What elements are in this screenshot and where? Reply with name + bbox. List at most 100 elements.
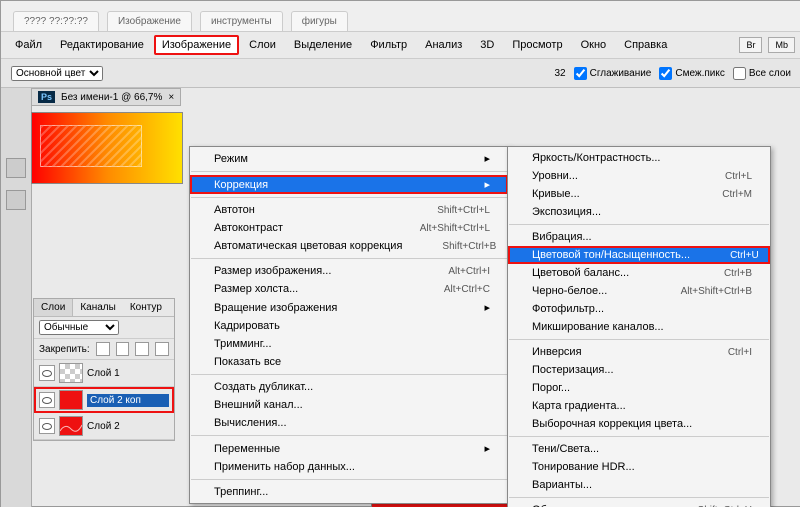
menu-item-calculations[interactable]: Вычисления... [190, 414, 508, 432]
layer-row[interactable]: Слой 2 [34, 413, 174, 440]
document-tab[interactable]: Ps Без имени-1 @ 66,7% × [31, 88, 181, 106]
window-tab[interactable]: ???? ??:??:?? [13, 11, 99, 31]
layer-name: Слой 2 [87, 421, 169, 432]
menu-view[interactable]: Просмотр [504, 35, 570, 55]
menu-item-threshold[interactable]: Порог... [508, 379, 770, 397]
layer-name: Слой 1 [87, 368, 169, 379]
menu-item-reveal-all[interactable]: Показать все [190, 353, 508, 371]
lock-row: Закрепить: [34, 339, 174, 360]
menu-item-photo-filter[interactable]: Фотофильтр... [508, 300, 770, 318]
visibility-icon[interactable] [39, 392, 55, 408]
layer-thumbnail [59, 416, 83, 436]
contiguous-checkbox[interactable]: Смеж.пикс [659, 67, 725, 80]
menu-item-brightness[interactable]: Яркость/Контрастность... [508, 149, 770, 167]
layer-row-selected[interactable]: Слой 2 коп [34, 387, 174, 413]
menu-item-color-balance[interactable]: Цветовой баланс...Ctrl+B [508, 264, 770, 282]
document-canvas[interactable] [31, 112, 183, 184]
menu-item-autocolor[interactable]: Автоматическая цветовая коррекцияShift+C… [190, 237, 508, 255]
panel-tab-channels[interactable]: Каналы [73, 299, 123, 316]
menu-item-gradient-map[interactable]: Карта градиента... [508, 397, 770, 415]
menu-analysis[interactable]: Анализ [417, 35, 470, 55]
menubar: Файл Редактирование Изображение Слои Выд… [1, 32, 800, 59]
tolerance-value: 32 [554, 68, 565, 79]
menu-item-vibrance[interactable]: Вибрация... [508, 228, 770, 246]
menu-item-apply-dataset[interactable]: Применить набор данных... [190, 458, 508, 476]
menu-item-trap[interactable]: Треппинг... [190, 483, 508, 501]
menu-item-shadows-highlights[interactable]: Тени/Света... [508, 440, 770, 458]
menu-3d[interactable]: 3D [472, 35, 502, 55]
chevron-right-icon: ▸ [484, 152, 490, 165]
menu-item-black-white[interactable]: Черно-белое...Alt+Shift+Ctrl+B [508, 282, 770, 300]
menu-item-autotone[interactable]: АвтотонShift+Ctrl+L [190, 201, 508, 219]
minibridge-button[interactable]: Mb [768, 37, 795, 53]
menu-item-curves[interactable]: Кривые...Ctrl+M [508, 185, 770, 203]
menu-item-variables[interactable]: Переменные▸ [190, 439, 508, 458]
color-mode-select[interactable]: Основной цвет [11, 66, 103, 81]
menu-item-apply-image[interactable]: Внешний канал... [190, 396, 508, 414]
window-tabbar: ???? ??:??:?? Изображение инструменты фи… [1, 1, 800, 32]
menu-window[interactable]: Окно [573, 35, 615, 55]
visibility-icon[interactable] [39, 365, 55, 381]
layer-thumbnail [59, 390, 83, 410]
workspace: Ps Без имени-1 @ 66,7% × Слои Каналы Кон… [1, 88, 800, 507]
window-tab[interactable]: инструменты [200, 11, 283, 31]
menu-item-image-size[interactable]: Размер изображения...Alt+Ctrl+I [190, 262, 508, 280]
lock-transparency-icon[interactable] [96, 342, 110, 356]
menu-file[interactable]: Файл [7, 35, 50, 55]
menu-help[interactable]: Справка [616, 35, 675, 55]
menu-edit[interactable]: Редактирование [52, 35, 152, 55]
menu-item-trim[interactable]: Тримминг... [190, 335, 508, 353]
lock-all-icon[interactable] [155, 342, 169, 356]
tool-icon[interactable] [6, 158, 26, 178]
menu-item-rotate[interactable]: Вращение изображения▸ [190, 298, 508, 317]
lock-position-icon[interactable] [135, 342, 149, 356]
panel-tab-layers[interactable]: Слои [34, 299, 73, 316]
bridge-button[interactable]: Br [739, 37, 762, 53]
menu-item-desaturate[interactable]: ОбесцветитьShift+Ctrl+U [508, 501, 770, 507]
all-layers-checkbox[interactable]: Все слои [733, 67, 791, 80]
options-bar: Основной цвет 32 Сглаживание Смеж.пикс В… [1, 59, 800, 88]
menu-item-autocontrast[interactable]: АвтоконтрастAlt+Shift+Ctrl+L [190, 219, 508, 237]
layer-name: Слой 2 коп [87, 394, 169, 407]
menu-layer[interactable]: Слои [241, 35, 284, 55]
menu-item-invert[interactable]: ИнверсияCtrl+I [508, 343, 770, 361]
close-icon[interactable]: × [168, 92, 174, 103]
window-tab[interactable]: фигуры [291, 11, 348, 31]
tool-icon[interactable] [6, 190, 26, 210]
chevron-right-icon: ▸ [484, 301, 490, 314]
window-tab[interactable]: Изображение [107, 11, 192, 31]
menu-item-posterize[interactable]: Постеризация... [508, 361, 770, 379]
menu-item-hue-saturation[interactable]: Цветовой тон/Насыщенность...Ctrl+U [508, 246, 770, 264]
panel-tab-paths[interactable]: Контур [123, 299, 169, 316]
menu-item-variations[interactable]: Варианты... [508, 476, 770, 494]
adjustments-submenu: Яркость/Контрастность... Уровни...Ctrl+L… [507, 146, 771, 507]
toolbox [1, 88, 32, 507]
menu-item-crop[interactable]: Кадрировать [190, 317, 508, 335]
lock-pixels-icon[interactable] [116, 342, 130, 356]
menu-item-selective-color[interactable]: Выборочная коррекция цвета... [508, 415, 770, 433]
blend-mode-select[interactable]: Обычные [39, 320, 119, 335]
layers-panel: Слои Каналы Контур Обычные Закрепить: Сл… [33, 298, 175, 441]
app-window: ???? ??:??:?? Изображение инструменты фи… [0, 0, 800, 507]
antialias-checkbox[interactable]: Сглаживание [574, 67, 652, 80]
menu-image[interactable]: Изображение [154, 35, 239, 55]
menu-select[interactable]: Выделение [286, 35, 360, 55]
ps-icon: Ps [38, 91, 55, 103]
lock-label: Закрепить: [39, 344, 90, 355]
chevron-right-icon: ▸ [484, 178, 490, 191]
menu-item-adjustments[interactable]: Коррекция▸ [190, 175, 508, 194]
layer-row[interactable]: Слой 1 [34, 360, 174, 387]
menu-item-duplicate[interactable]: Создать дубликат... [190, 378, 508, 396]
menu-item-canvas-size[interactable]: Размер холста...Alt+Ctrl+C [190, 280, 508, 298]
menu-item-exposure[interactable]: Экспозиция... [508, 203, 770, 221]
menu-filter[interactable]: Фильтр [362, 35, 415, 55]
menu-item-mode[interactable]: Режим▸ [190, 149, 508, 168]
menu-item-levels[interactable]: Уровни...Ctrl+L [508, 167, 770, 185]
layer-thumbnail [59, 363, 83, 383]
menu-item-hdr-toning[interactable]: Тонирование HDR... [508, 458, 770, 476]
chevron-right-icon: ▸ [484, 442, 490, 455]
menu-item-channel-mixer[interactable]: Микширование каналов... [508, 318, 770, 336]
image-menu-dropdown: Режим▸ Коррекция▸ АвтотонShift+Ctrl+L Ав… [189, 146, 509, 504]
visibility-icon[interactable] [39, 418, 55, 434]
document-title: Без имени-1 @ 66,7% [61, 92, 162, 103]
